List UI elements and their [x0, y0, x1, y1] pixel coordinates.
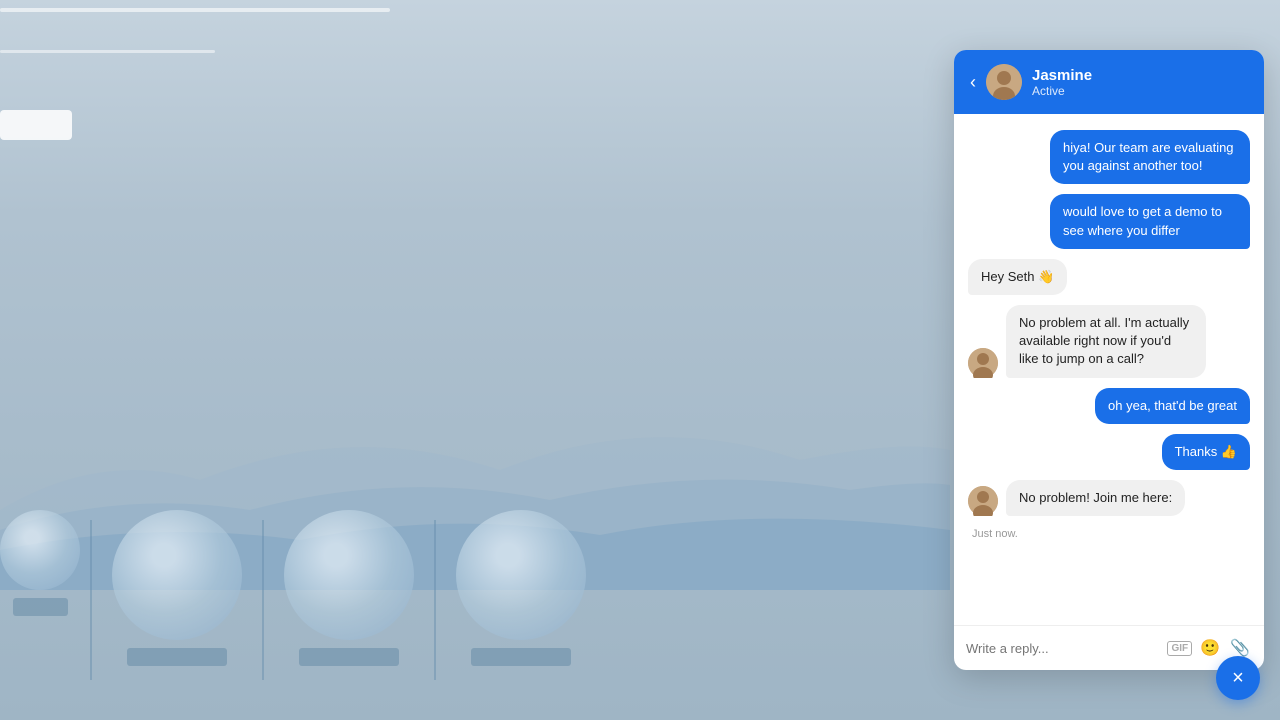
circles-row — [0, 490, 950, 720]
bubble-6: Thanks 👍 — [1162, 434, 1250, 470]
circle-item-0 — [0, 510, 90, 616]
circle-shape-1 — [112, 510, 242, 640]
message-1: hiya! Our team are evaluating you agains… — [968, 130, 1250, 184]
agent-avatar — [986, 64, 1022, 100]
reply-input[interactable] — [966, 641, 1159, 656]
circle-shape-0 — [0, 510, 80, 590]
back-button[interactable]: ‹ — [970, 73, 976, 91]
circle-bar-1 — [127, 648, 227, 666]
sender-avatar-7 — [968, 486, 998, 516]
circle-bar-0 — [13, 598, 68, 616]
bubble-5: oh yea, that'd be great — [1095, 388, 1250, 424]
bubble-4: No problem at all. I'm actually availabl… — [1006, 305, 1206, 378]
gif-button[interactable]: GIF — [1167, 641, 1192, 656]
message-4: No problem at all. I'm actually availabl… — [968, 305, 1250, 378]
message-3: Hey Seth 👋 — [968, 259, 1250, 295]
bubble-2: would love to get a demo to see where yo… — [1050, 194, 1250, 248]
emoji-button[interactable]: 🙂 — [1198, 636, 1222, 660]
bubble-1: hiya! Our team are evaluating you agains… — [1050, 130, 1250, 184]
bubble-7: No problem! Join me here: — [1006, 480, 1185, 516]
chat-widget: ‹ Jasmine Active hiya! Our team are eval… — [954, 50, 1264, 670]
message-7: No problem! Join me here: — [968, 480, 1250, 516]
agent-status: Active — [1032, 84, 1248, 98]
circle-item-3 — [436, 510, 606, 666]
timestamp: Just now. — [968, 528, 1250, 540]
circle-bar-3 — [471, 648, 571, 666]
progress-bar-1 — [0, 8, 390, 12]
circle-item-2 — [264, 510, 434, 666]
circle-shape-3 — [456, 510, 586, 640]
agent-info: Jasmine Active — [1032, 67, 1248, 98]
bubble-3: Hey Seth 👋 — [968, 259, 1067, 295]
message-6: Thanks 👍 — [968, 434, 1250, 470]
circle-shape-2 — [284, 510, 414, 640]
circle-bar-2 — [299, 648, 399, 666]
sender-avatar-4 — [968, 348, 998, 378]
circle-item-1 — [92, 510, 262, 666]
close-icon: × — [1232, 667, 1244, 690]
paperclip-icon: 📎 — [1230, 640, 1250, 657]
agent-name: Jasmine — [1032, 67, 1248, 84]
chat-input-area: GIF 🙂 📎 — [954, 625, 1264, 670]
close-chat-button[interactable]: × — [1216, 656, 1260, 700]
message-5: oh yea, that'd be great — [968, 388, 1250, 424]
message-2: would love to get a demo to see where yo… — [968, 194, 1250, 248]
chat-messages: hiya! Our team are evaluating you agains… — [954, 114, 1264, 625]
top-left-box — [0, 110, 72, 140]
chat-header: ‹ Jasmine Active — [954, 50, 1264, 114]
emoji-icon: 🙂 — [1200, 640, 1220, 657]
progress-bar-2 — [0, 50, 215, 53]
